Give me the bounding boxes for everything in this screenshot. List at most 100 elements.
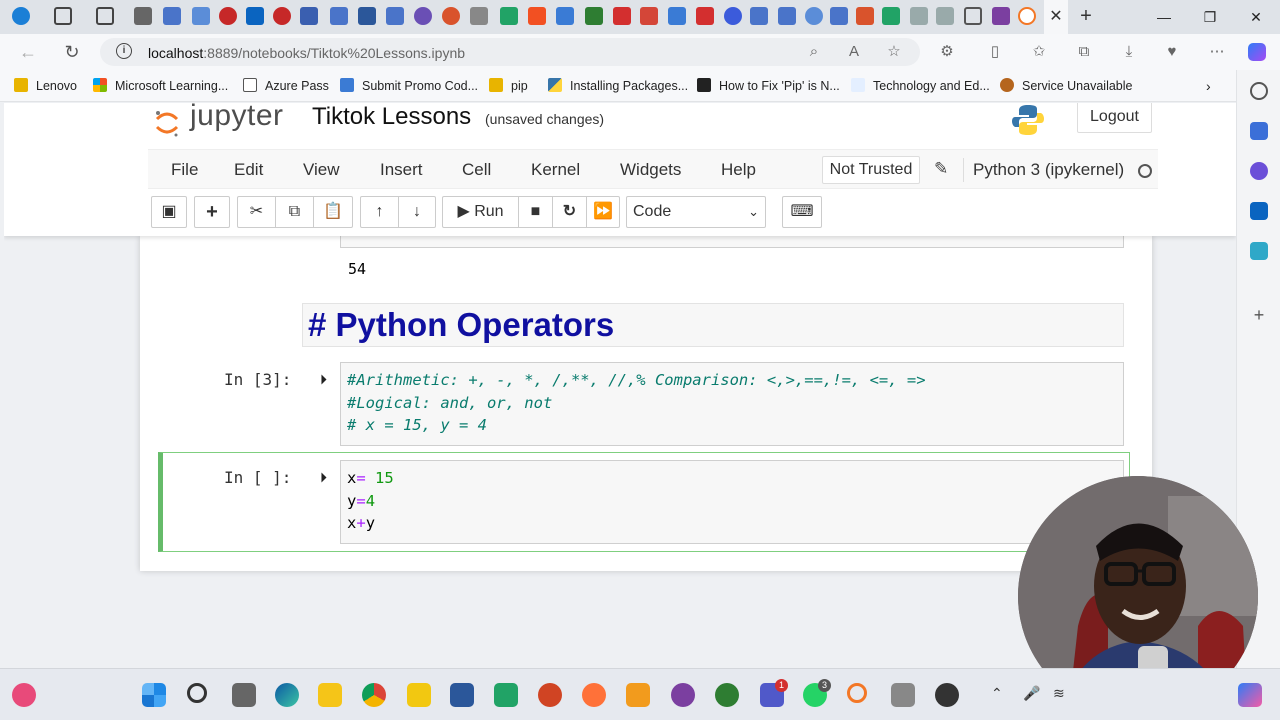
pencil-icon[interactable]: ✎: [934, 159, 948, 179]
stop-icon[interactable]: ■: [519, 197, 553, 227]
tab-favicon[interactable]: [805, 7, 823, 25]
notebook-title[interactable]: Tiktok Lessons: [312, 103, 471, 131]
menu-view[interactable]: View: [303, 160, 340, 180]
url-text[interactable]: localhost:8889/notebooks/Tiktok%20Lesson…: [148, 45, 465, 61]
edge-workspaces-icon[interactable]: [12, 7, 30, 25]
more-menu-icon[interactable]: ⋯: [1208, 43, 1226, 61]
tab-favicon[interactable]: [992, 7, 1010, 25]
cell-type-select[interactable]: Code ⌄: [626, 196, 766, 228]
tab-favicon[interactable]: [442, 7, 460, 25]
tab-favicon[interactable]: [856, 7, 874, 25]
tab-favicon[interactable]: [300, 7, 318, 25]
read-aloud-icon[interactable]: A: [845, 43, 863, 61]
widgets-icon[interactable]: [12, 683, 36, 707]
bookmark-fix-pip[interactable]: How to Fix 'Pip' is N...: [697, 78, 840, 93]
site-info-icon[interactable]: i: [116, 43, 132, 59]
extensions-icon[interactable]: ⚙: [938, 43, 956, 61]
run-button[interactable]: ▶ Run: [443, 197, 519, 227]
tab-favicon[interactable]: [778, 7, 796, 25]
menu-insert[interactable]: Insert: [380, 160, 423, 180]
bookmark-installing-packages[interactable]: Installing Packages...: [548, 78, 688, 93]
downloads-icon[interactable]: ⤓: [1120, 43, 1138, 61]
tab-favicon[interactable]: [585, 7, 603, 25]
markdown-cell[interactable]: # Python Operators: [302, 303, 1124, 347]
app-icon[interactable]: [626, 683, 650, 707]
microphone-icon[interactable]: 🎤: [1023, 685, 1040, 702]
zoom-icon[interactable]: ⌕: [805, 43, 823, 61]
close-tab-icon[interactable]: ✕: [1044, 0, 1068, 34]
tab-favicon[interactable]: [386, 7, 404, 25]
back-icon[interactable]: ←: [16, 40, 40, 64]
tab-favicon[interactable]: [640, 7, 658, 25]
restart-icon[interactable]: ↻: [553, 197, 587, 227]
performance-icon[interactable]: ♥: [1163, 43, 1181, 61]
restore-icon[interactable]: ❐: [1190, 0, 1230, 34]
send-icon[interactable]: [1250, 242, 1268, 260]
more-bookmarks-chevron-icon[interactable]: ›: [1206, 78, 1211, 94]
tab-favicon[interactable]: [192, 7, 210, 25]
snipping-tool-icon[interactable]: [891, 683, 915, 707]
app-icon[interactable]: [715, 683, 739, 707]
tab-favicon[interactable]: [696, 7, 714, 25]
insert-cell-icon[interactable]: +: [194, 196, 230, 228]
search-icon[interactable]: [1250, 82, 1268, 100]
copy-icon[interactable]: ⧉: [276, 197, 314, 227]
bookmark-submit-promo[interactable]: Submit Promo Cod...: [340, 78, 478, 93]
tab-actions-icon[interactable]: [96, 7, 114, 25]
tab-favicon[interactable]: [882, 7, 900, 25]
tab-favicon[interactable]: [163, 7, 181, 25]
run-cell-icon[interactable]: ⏵: [320, 371, 327, 388]
split-screen-icon[interactable]: ▯: [986, 43, 1004, 61]
tab-favicon[interactable]: [910, 7, 928, 25]
save-icon[interactable]: ▣: [151, 196, 187, 228]
collections-icon[interactable]: [54, 7, 72, 25]
tab-favicon[interactable]: [414, 7, 432, 25]
jupyter-logo[interactable]: jupyter: [154, 103, 304, 139]
copilot-side-icon[interactable]: [1250, 162, 1268, 180]
tray-chevron-icon[interactable]: ⌃: [991, 685, 1003, 702]
menu-kernel[interactable]: Kernel: [531, 160, 580, 180]
menu-cell[interactable]: Cell: [462, 160, 491, 180]
add-sidebar-icon[interactable]: +: [1250, 306, 1268, 324]
edge-icon[interactable]: [275, 683, 299, 707]
copilot-taskbar-icon[interactable]: [1238, 683, 1262, 707]
run-cell-icon[interactable]: ⏵: [320, 469, 327, 486]
fast-forward-icon[interactable]: ⏩: [587, 197, 619, 227]
obs-icon[interactable]: [935, 683, 959, 707]
tab-favicon[interactable]: [246, 7, 264, 25]
tab-favicon[interactable]: [470, 7, 488, 25]
word-icon[interactable]: [450, 683, 474, 707]
tab-favicon[interactable]: [330, 7, 348, 25]
app-icon[interactable]: [671, 683, 695, 707]
tab-favicon[interactable]: [219, 7, 237, 25]
cut-icon[interactable]: ✂: [238, 197, 276, 227]
logout-button[interactable]: Logout: [1077, 103, 1152, 133]
tab-favicon[interactable]: [556, 7, 574, 25]
menu-help[interactable]: Help: [721, 160, 756, 180]
jupyter-taskbar-icon[interactable]: [847, 683, 867, 703]
search-icon[interactable]: [187, 683, 207, 703]
tab-favicon[interactable]: [668, 7, 686, 25]
tab-favicon[interactable]: [134, 7, 152, 25]
tab-favicon[interactable]: [613, 7, 631, 25]
tab-favicon[interactable]: [528, 7, 546, 25]
firefox-icon[interactable]: [582, 683, 606, 707]
bookmark-lenovo[interactable]: Lenovo: [14, 78, 77, 93]
bookmark-microsoft-learning[interactable]: Microsoft Learning...: [93, 78, 228, 93]
new-tab-icon[interactable]: +: [1074, 0, 1098, 34]
menu-file[interactable]: File: [171, 160, 198, 180]
bookmark-pip[interactable]: pip: [489, 78, 528, 93]
wifi-icon[interactable]: ≋: [1053, 685, 1065, 702]
keyboard-icon[interactable]: ⌨: [782, 196, 822, 228]
move-up-icon[interactable]: ↑: [361, 197, 399, 227]
bookmark-service-unavailable[interactable]: Service Unavailable: [1000, 78, 1132, 93]
copilot-icon[interactable]: [1248, 43, 1266, 61]
tab-favicon[interactable]: [724, 7, 742, 25]
favorite-star-icon[interactable]: ☆: [885, 43, 903, 61]
tab-favicon[interactable]: [358, 7, 376, 25]
outlook-icon[interactable]: [1250, 202, 1268, 220]
file-explorer-icon[interactable]: [318, 683, 342, 707]
tab-favicon[interactable]: [830, 7, 848, 25]
excel-icon[interactable]: [494, 683, 518, 707]
start-icon[interactable]: [142, 683, 166, 707]
